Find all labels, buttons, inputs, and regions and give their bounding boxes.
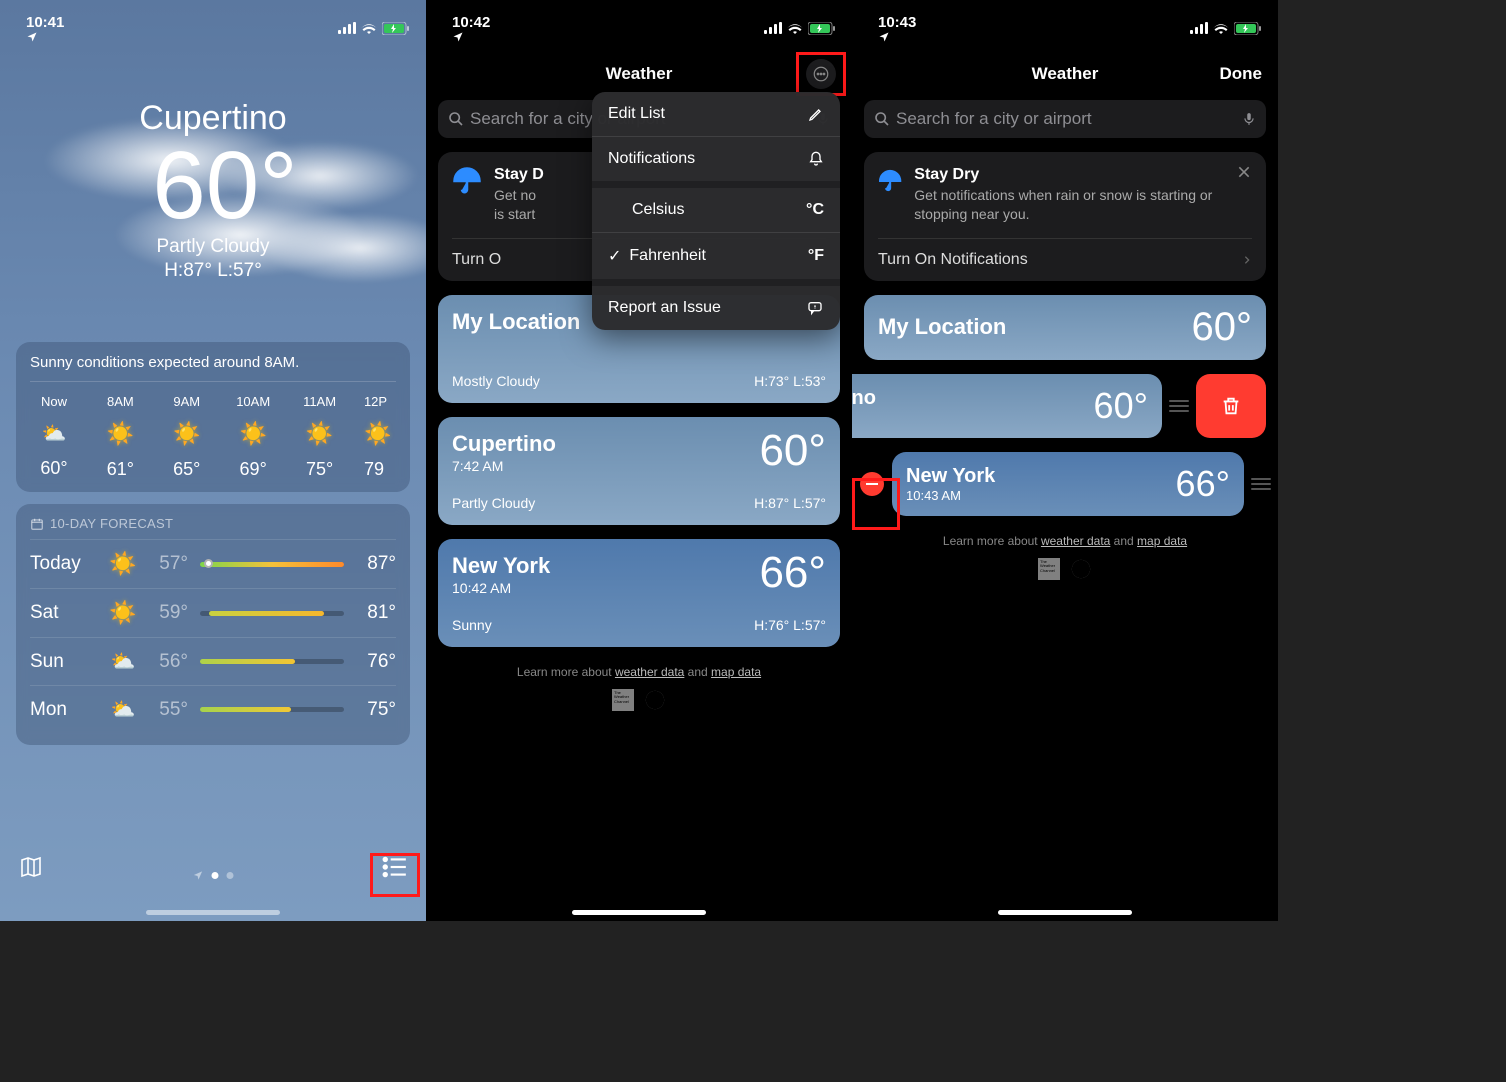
tenday-header: 10-DAY FORECAST [30, 516, 396, 539]
footer-attribution: Learn more about weather data and map da… [426, 665, 852, 679]
mic-icon[interactable] [1242, 110, 1256, 128]
menu-item[interactable]: Notifications [592, 137, 840, 188]
status-time: 10:41 [26, 14, 69, 43]
current-temp: 60° [24, 138, 426, 234]
city-temp: 60° [1094, 385, 1148, 427]
notif-title: Stay D [494, 166, 544, 184]
city-card[interactable]: Cupertino7:42 AM60°Partly CloudyH:87° L:… [438, 417, 840, 525]
hour-cell: Now⛅60° [30, 394, 78, 480]
search-field[interactable]: Search for a city or airport [864, 100, 1266, 138]
hour-cell: 8AM☀️61° [96, 394, 144, 480]
trash-icon [1220, 394, 1242, 418]
weather-channel-logo: TheWeatherChannel [1038, 558, 1060, 580]
list-icon[interactable] [382, 856, 408, 878]
city-name: New York [906, 465, 995, 488]
current-condition: Partly Cloudy [0, 236, 426, 258]
forecast-summary: Sunny conditions expected around 8AM. [30, 354, 396, 382]
bottom-toolbar [0, 835, 426, 921]
page-title: Weather [606, 64, 673, 84]
myloc-temp: 60° [1192, 305, 1253, 350]
tenday-row[interactable]: Today☀️57°87° [30, 539, 396, 588]
hourly-forecast-card[interactable]: Sunny conditions expected around 8AM. No… [16, 342, 410, 492]
location-dot-icon [193, 870, 204, 881]
city-card[interactable]: New York10:42 AM66°SunnyH:76° L:57° [438, 539, 840, 647]
city-temp: 66° [1176, 463, 1230, 505]
weather-edit-screen: 10:43 Weather Done Search for a city or … [852, 0, 1278, 921]
city-name: upertino [852, 387, 876, 410]
tenday-row[interactable]: Sat☀️59°81° [30, 588, 396, 637]
dark-sky-logo [644, 689, 666, 711]
home-indicator[interactable] [146, 910, 280, 915]
battery-charging-icon [382, 22, 410, 35]
notification-prompt-card: Stay Dry Get notifications when rain or … [864, 152, 1266, 281]
search-placeholder: Search for a city or airport [896, 109, 1242, 129]
weather-channel-logo: TheWeatherChannel [612, 689, 634, 711]
hour-cell: 12P☀️79 [362, 394, 410, 480]
close-icon[interactable] [1236, 164, 1252, 180]
page-title: Weather [1032, 64, 1099, 84]
tenday-row[interactable]: Mon⛅55°75° [30, 685, 396, 733]
home-indicator[interactable] [998, 910, 1132, 915]
drag-handle[interactable] [1162, 400, 1196, 412]
drag-handle[interactable] [1244, 478, 1278, 490]
city-edit-row[interactable]: upertino 43 AM 60° [852, 374, 1278, 438]
status-icons [764, 22, 836, 35]
map-icon[interactable] [18, 855, 44, 879]
status-icons [338, 22, 410, 35]
umbrella-icon [878, 166, 902, 196]
notif-body: Get notifications when rain or snow is s… [914, 186, 1252, 224]
city-time: 10:43 AM [906, 488, 995, 503]
menu-item[interactable]: Report an Issue [592, 286, 840, 330]
dark-sky-logo [1070, 558, 1092, 580]
chevron-right-icon [1242, 253, 1252, 267]
menu-item[interactable]: ✓Fahrenheit°F [592, 233, 840, 286]
calendar-icon [30, 517, 44, 531]
wifi-icon [361, 22, 377, 34]
map-data-link[interactable]: map data [711, 665, 761, 679]
my-location-card[interactable]: My Location 60° [864, 295, 1266, 360]
hour-cell: 11AM☀️75° [296, 394, 344, 480]
delete-button[interactable] [1196, 374, 1266, 438]
attribution-logos: TheWeatherChannel [852, 558, 1278, 580]
status-time: 10:42 [452, 14, 495, 43]
weather-detail-screen: 10:41 Cupertino 60° Partly Cloudy H:87° … [0, 0, 426, 921]
hour-cell: 9AM☀️65° [163, 394, 211, 480]
nav-header: Weather Done [852, 48, 1278, 100]
remove-circle-button[interactable] [860, 472, 884, 496]
footer-attribution: Learn more about weather data and map da… [852, 534, 1278, 548]
current-hilo: H:87° L:57° [0, 260, 426, 282]
home-indicator[interactable] [572, 910, 706, 915]
done-button[interactable]: Done [1220, 64, 1263, 84]
map-data-link[interactable]: map data [1137, 534, 1187, 548]
weather-data-link[interactable]: weather data [615, 665, 684, 679]
status-bar: 10:43 [852, 0, 1278, 44]
status-bar: 10:42 [426, 0, 852, 44]
search-icon [874, 111, 890, 127]
city-time: 43 AM [852, 410, 876, 425]
turn-on-notifications[interactable]: Turn On Notifications [878, 238, 1252, 281]
tenday-forecast-card[interactable]: 10-DAY FORECAST Today☀️57°87°Sat☀️59°81°… [16, 504, 410, 745]
options-menu: Edit ListNotificationsCelsius°C✓Fahrenhe… [592, 92, 840, 330]
tenday-row[interactable]: Sun⛅56°76° [30, 637, 396, 685]
more-button[interactable] [806, 59, 836, 89]
status-bar: 10:41 [0, 0, 426, 44]
weather-data-link[interactable]: weather data [1041, 534, 1110, 548]
hour-cell: 10AM☀️69° [229, 394, 277, 480]
hourly-row[interactable]: Now⛅60° 8AM☀️61° 9AM☀️65° 10AM☀️69° 11AM☀️75… [30, 382, 396, 480]
notif-body: Get nois start [494, 186, 544, 224]
attribution-logos: TheWeatherChannel [426, 689, 852, 711]
page-dots[interactable] [193, 870, 234, 881]
search-icon [448, 111, 464, 127]
cellular-icon [338, 22, 356, 34]
weather-list-screen: 10:42 Weather Search for a city or airpo… [426, 0, 852, 921]
city-edit-row[interactable]: New York 10:43 AM 66° [852, 452, 1278, 516]
menu-item[interactable]: Celsius°C [592, 188, 840, 233]
status-time: 10:43 [878, 14, 921, 43]
menu-item[interactable]: Edit List [592, 92, 840, 137]
ellipsis-icon [812, 65, 830, 83]
current-weather-header: Cupertino 60° Partly Cloudy H:87° L:57° [0, 99, 426, 282]
notif-title: Stay Dry [914, 166, 1252, 184]
umbrella-icon [452, 166, 482, 196]
